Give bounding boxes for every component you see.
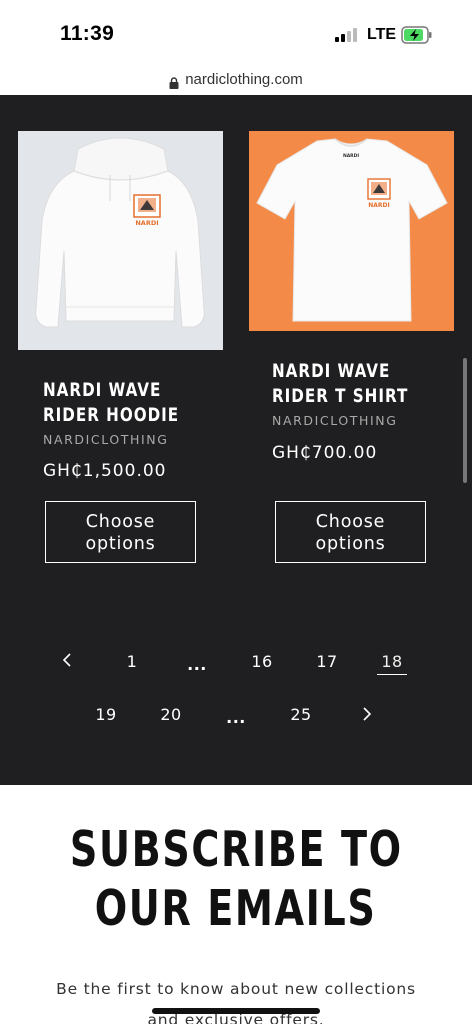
heading-line: SUBSCRIBE TO	[69, 821, 403, 878]
heading-line: OUR EMAILS	[95, 880, 377, 937]
product-title-tshirt[interactable]: NARDI WAVE RIDER T SHIRT	[272, 359, 452, 409]
chevron-left-icon[interactable]	[52, 652, 82, 671]
choose-options-button[interactable]: Choose options	[45, 501, 196, 563]
product-vendor: NARDICLOTHING	[272, 413, 398, 428]
button-label: Choose	[85, 512, 156, 532]
product-title-line: RIDER HOODIE	[43, 405, 180, 426]
tshirt-logo-text: NARDI	[368, 202, 390, 209]
page-link[interactable]: 19	[91, 705, 121, 724]
button-label: options	[85, 534, 156, 554]
network-type: LTE	[367, 26, 397, 43]
hoodie-logo-text: NARDI	[135, 219, 158, 227]
url-text: nardiclothing.com	[185, 71, 303, 88]
status-bar: 11:39 LTE	[0, 0, 472, 68]
page-ellipsis: ...	[187, 655, 207, 674]
product-price: GH₵1,500.00	[43, 461, 167, 481]
product-vendor: NARDICLOTHING	[43, 432, 169, 447]
button-label: Choose	[315, 512, 386, 532]
scrollbar[interactable]	[463, 358, 467, 483]
chevron-right-icon[interactable]	[352, 706, 382, 725]
product-image-hoodie[interactable]: NARDI	[18, 131, 223, 350]
url-bar[interactable]: nardiclothing.com	[0, 68, 472, 95]
product-image-tshirt[interactable]: NARDI NARDI	[249, 131, 454, 331]
subscribe-heading: SUBSCRIBE TO OUR EMAILS	[0, 820, 472, 938]
battery-charging-icon	[401, 26, 432, 44]
page-link[interactable]: 25	[286, 705, 316, 724]
page-link[interactable]: 17	[312, 652, 342, 671]
product-price: GH₵700.00	[272, 443, 378, 463]
home-indicator[interactable]	[152, 1008, 320, 1014]
tshirt-neck-logo-text: NARDI	[343, 153, 359, 159]
page-current: 18	[377, 652, 407, 675]
product-grid-section: NARDI NARDI WAVE RIDER HOODIE NARDICLOTH…	[0, 95, 472, 785]
product-title-line: NARDI WAVE	[272, 361, 391, 382]
lock-icon	[169, 74, 179, 89]
page-link[interactable]: 16	[247, 652, 277, 671]
subscribe-description: Be the first to know about new collectio…	[0, 974, 472, 1024]
page-link[interactable]: 20	[156, 705, 186, 724]
clock: 11:39	[60, 22, 115, 45]
button-label: options	[315, 534, 386, 554]
product-title-hoodie[interactable]: NARDI WAVE RIDER HOODIE	[43, 378, 223, 428]
page-ellipsis: ...	[226, 708, 246, 727]
product-title-line: RIDER T SHIRT	[272, 386, 409, 407]
signal-icon	[335, 28, 359, 42]
product-title-line: NARDI WAVE	[43, 380, 162, 401]
choose-options-button[interactable]: Choose options	[275, 501, 426, 563]
page-link[interactable]: 1	[117, 652, 147, 671]
description-line: Be the first to know about new collectio…	[56, 980, 416, 998]
